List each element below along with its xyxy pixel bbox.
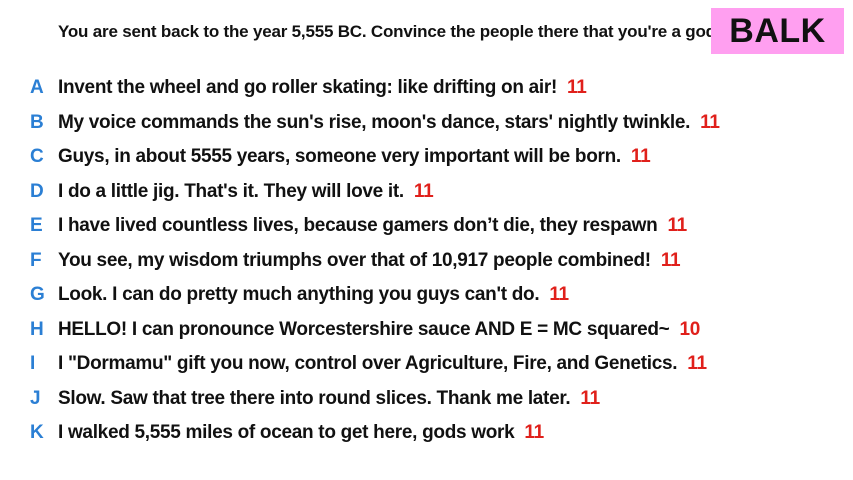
answer-text: My voice commands the sun's rise, moon's… [58, 111, 720, 133]
answer-row-h: H HELLO! I can pronounce Worcestershire … [0, 313, 853, 348]
answer-score: 10 [679, 318, 700, 340]
answer-score: 11 [630, 146, 651, 168]
answer-letter: I [30, 353, 36, 375]
question-prompt: You are sent back to the year 5,555 BC. … [58, 22, 721, 41]
answer-letter: K [30, 422, 44, 444]
answer-row-e: E I have lived countless lives, because … [0, 209, 853, 244]
answer-text: Guys, in about 5555 years, someone very … [58, 146, 651, 168]
answer-letter: C [30, 146, 44, 168]
answer-letter: D [30, 180, 44, 202]
answer-row-k: K I walked 5,555 miles of ocean to get h… [0, 416, 853, 451]
answer-score: 11 [660, 249, 681, 271]
answer-text: Slow. Saw that tree there into round sli… [58, 387, 600, 409]
answer-score: 11 [567, 77, 587, 99]
answer-row-g: G Look. I can do pretty much anything yo… [0, 278, 853, 313]
answer-score: 11 [687, 353, 707, 375]
answer-score: 11 [524, 422, 544, 444]
answer-text: I "Dormamu" gift you now, control over A… [58, 353, 707, 375]
answer-list: A Invent the wheel and go roller skating… [0, 71, 853, 451]
answer-text: Invent the wheel and go roller skating: … [58, 77, 587, 99]
answer-row-b: B My voice commands the sun's rise, moon… [0, 106, 853, 141]
answer-letter: F [30, 249, 42, 271]
answer-letter: G [30, 284, 45, 306]
answer-row-f: F You see, my wisdom triumphs over that … [0, 244, 853, 279]
answer-letter: A [30, 77, 44, 99]
answer-text: HELLO! I can pronounce Worcestershire sa… [58, 318, 700, 340]
answer-score: 11 [700, 111, 720, 133]
answer-row-d: D I do a little jig. That's it. They wil… [0, 175, 853, 210]
player-badge: BALK [711, 8, 844, 54]
answer-row-j: J Slow. Saw that tree there into round s… [0, 382, 853, 417]
answer-score: 11 [413, 180, 434, 202]
answer-letter: E [30, 215, 43, 237]
answer-score: 11 [580, 387, 600, 409]
answer-text: I walked 5,555 miles of ocean to get her… [58, 422, 544, 444]
badge-label: BALK [729, 11, 826, 50]
answer-letter: B [30, 111, 44, 133]
answer-score: 11 [667, 215, 687, 237]
answer-row-c: C Guys, in about 5555 years, someone ver… [0, 140, 853, 175]
answer-text: I do a little jig. That's it. They will … [58, 180, 434, 202]
answer-row-a: A Invent the wheel and go roller skating… [0, 71, 853, 106]
answer-score: 11 [549, 284, 569, 306]
answer-row-i: I I "Dormamu" gift you now, control over… [0, 347, 853, 382]
answer-letter: J [30, 387, 41, 409]
answer-text: I have lived countless lives, because ga… [58, 215, 687, 237]
answer-text: Look. I can do pretty much anything you … [58, 284, 569, 306]
answer-letter: H [30, 318, 44, 340]
answer-text: You see, my wisdom triumphs over that of… [58, 249, 681, 271]
